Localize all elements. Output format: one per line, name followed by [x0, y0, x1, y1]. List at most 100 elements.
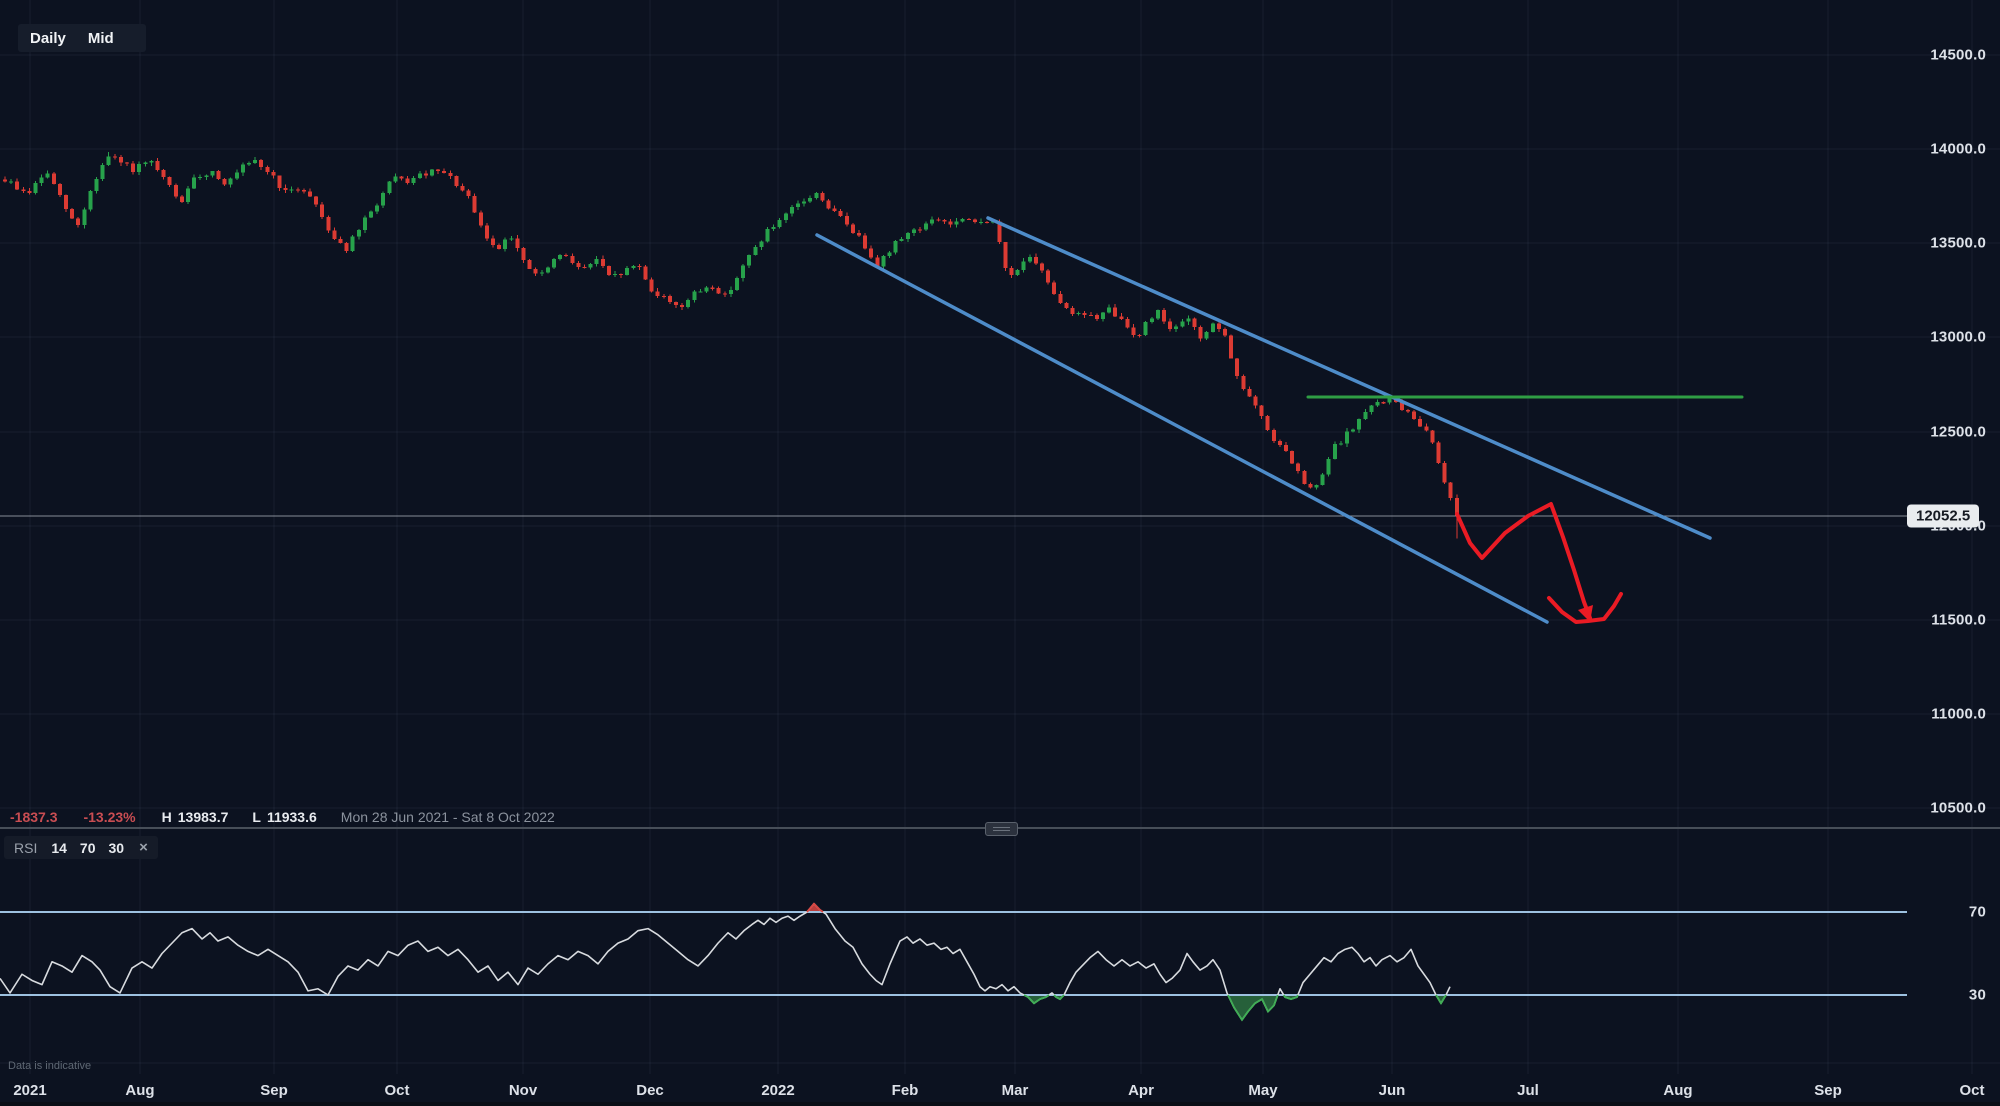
candle-up [241, 165, 245, 173]
candle-down [1437, 443, 1441, 464]
low-value: 11933.6 [267, 809, 317, 825]
high-value: 13983.7 [178, 809, 229, 825]
price-axis-label: 12500.0 [1930, 424, 1986, 441]
candle-down [491, 238, 495, 245]
time-axis-label: 2021 [13, 1082, 46, 1099]
candle-up [747, 255, 751, 265]
candle-up [387, 181, 391, 193]
candle-down [1046, 271, 1050, 283]
trendline-channel-upper[interactable] [988, 218, 1710, 538]
bottom-edge [0, 1102, 2000, 1106]
candle-down [58, 184, 62, 195]
candle-down [156, 161, 160, 170]
candle-down [3, 179, 7, 181]
time-axis-label: Aug [125, 1082, 154, 1099]
drawing-annotations[interactable] [817, 218, 1742, 622]
rsi-upper-value[interactable]: 70 [80, 840, 96, 856]
candle-down [674, 302, 678, 305]
candle-down [680, 305, 684, 307]
candle-down [1430, 431, 1434, 443]
candle-down [827, 200, 831, 208]
candle-up [40, 178, 44, 184]
candle-down [1113, 307, 1117, 316]
candle-up [253, 160, 257, 163]
candle-down [485, 226, 489, 239]
candle-down [528, 260, 532, 269]
candle-up [1363, 412, 1367, 419]
candle-up [9, 181, 13, 182]
candle-down [1229, 335, 1233, 358]
timeframe-button[interactable]: Daily [30, 30, 66, 47]
change-value: -1837.3 [10, 809, 57, 825]
chart-toolbar: Daily Mid [18, 24, 146, 52]
price-axis-label: 11000.0 [1931, 706, 1986, 723]
time-axis-label: Sep [260, 1082, 288, 1099]
candle-down [851, 225, 855, 234]
candle-down [1272, 430, 1276, 441]
candle-up [930, 219, 934, 223]
candle-down [833, 209, 837, 211]
rsi-name-label: RSI [14, 840, 37, 856]
candle-up [1101, 312, 1105, 319]
price-axis-label: 14500.0 [1930, 47, 1986, 64]
candle-down [473, 196, 477, 212]
candle-up [912, 229, 916, 233]
candle-up [729, 290, 733, 294]
candle-down [180, 197, 184, 202]
candle-down [863, 236, 867, 249]
candle-up [1357, 419, 1361, 430]
candle-down [284, 188, 288, 190]
candle-down [1254, 396, 1258, 405]
status-bar: -1837.3 -13.23% H 13983.7 L 11933.6 Mon … [10, 809, 555, 825]
candle-down [21, 189, 25, 191]
candle-down [339, 239, 343, 243]
candle-up [430, 170, 434, 176]
candle-up [1339, 444, 1343, 445]
candle-down [1052, 282, 1056, 294]
candle-down [717, 288, 721, 294]
candle-up [186, 188, 190, 202]
candle-down [436, 170, 440, 172]
pane-resize-handle[interactable] [985, 822, 1018, 836]
rsi-period-value[interactable]: 14 [51, 840, 67, 856]
candle-down [1083, 313, 1087, 315]
candle-down [162, 170, 166, 177]
candle-down [985, 222, 989, 223]
candle-down [1064, 303, 1068, 308]
candle-up [1144, 322, 1148, 335]
candle-down [1058, 294, 1062, 303]
time-axis-label: Oct [1959, 1082, 1984, 1099]
candle-up [784, 213, 788, 219]
hand-drawn-arrow[interactable] [1457, 504, 1590, 618]
rsi-axis-label: 30 [1969, 987, 1986, 1004]
candle-up [686, 300, 690, 307]
candle-down [265, 167, 269, 172]
rsi-indicator [0, 904, 1907, 1020]
candle-up [814, 193, 818, 198]
candle-down [936, 219, 940, 220]
candle-up [1369, 406, 1373, 413]
candle-down [515, 238, 519, 248]
trendline-channel-lower[interactable] [817, 235, 1547, 622]
candle-down [217, 171, 221, 179]
candle-down [1089, 315, 1093, 316]
candle-down [656, 291, 660, 296]
candle-down [1449, 483, 1453, 498]
rsi-header: RSI 14 70 30 × [4, 836, 158, 859]
candle-up [1376, 402, 1380, 405]
candle-down [820, 193, 824, 200]
candle-up [137, 164, 141, 172]
candle-down [424, 174, 428, 176]
candle-down [1278, 441, 1282, 445]
candle-up [143, 163, 147, 165]
candle-up [631, 266, 635, 268]
candle-down [845, 216, 849, 225]
candle-down [15, 181, 19, 189]
rsi-close-icon[interactable]: × [139, 839, 148, 856]
rsi-lower-value[interactable]: 30 [109, 840, 125, 856]
candle-down [1308, 484, 1312, 488]
candle-down [70, 209, 74, 218]
candle-up [1315, 485, 1319, 488]
price-type-button[interactable]: Mid [88, 30, 114, 47]
candle-down [1119, 316, 1123, 319]
